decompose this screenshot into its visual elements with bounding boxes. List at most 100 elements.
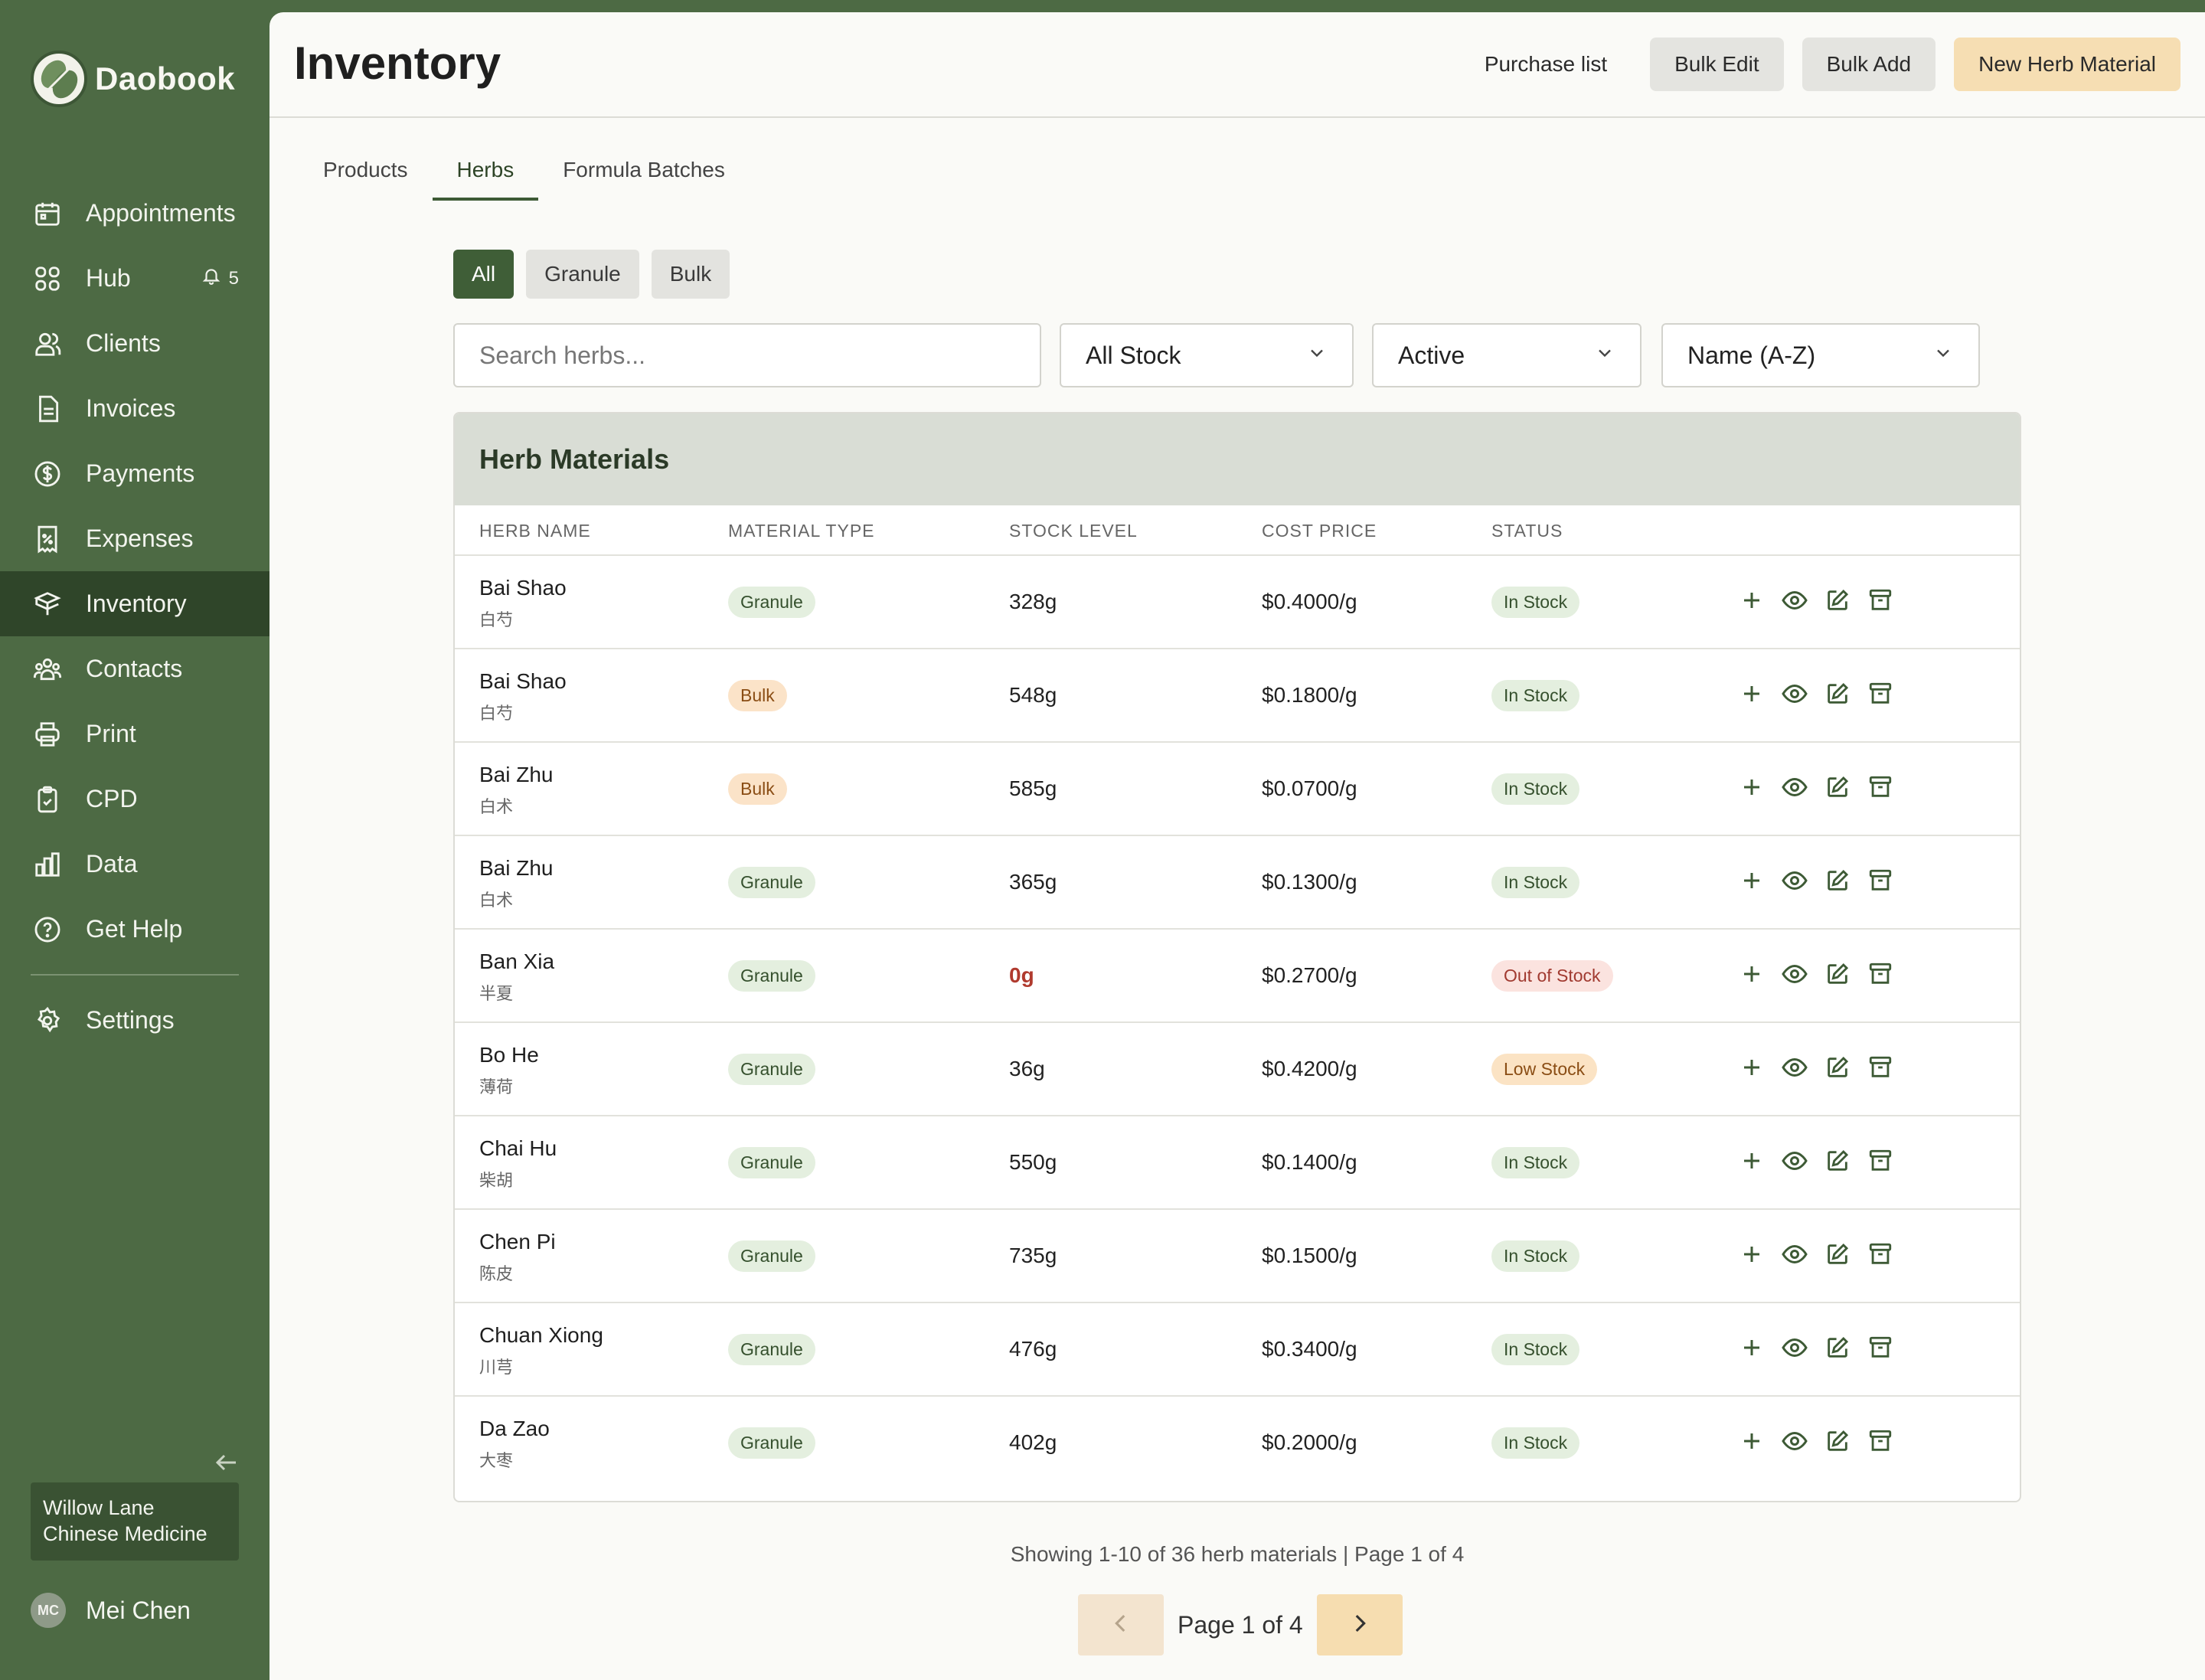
herb-name: Bo He — [479, 1043, 539, 1067]
view-icon[interactable] — [1781, 1147, 1808, 1175]
sidebar-item-payments[interactable]: Payments — [0, 441, 270, 506]
add-stock-icon[interactable] — [1738, 1334, 1766, 1361]
filter-granule[interactable]: Granule — [526, 250, 639, 299]
status-filter-select[interactable]: Active — [1372, 323, 1642, 387]
archive-icon[interactable] — [1867, 1054, 1894, 1081]
search-input[interactable] — [453, 323, 1041, 387]
row-actions — [1738, 1054, 1894, 1081]
table-row[interactable]: Da Zao 大枣 Granule 402g $0.2000/g In Stock — [455, 1397, 2020, 1490]
page-title: Inventory — [294, 38, 501, 89]
edit-icon[interactable] — [1824, 1334, 1851, 1361]
table-row[interactable]: Ban Xia 半夏 Granule 0g $0.2700/g Out of Stock — [455, 930, 2020, 1023]
view-icon[interactable] — [1781, 1427, 1808, 1455]
material-type-cell: Granule — [728, 556, 815, 648]
view-icon[interactable] — [1781, 680, 1808, 708]
view-icon[interactable] — [1781, 1240, 1808, 1268]
add-stock-icon[interactable] — [1738, 773, 1766, 801]
bulk-add-button[interactable]: Bulk Add — [1802, 38, 1936, 91]
archive-icon[interactable] — [1867, 867, 1894, 894]
archive-icon[interactable] — [1867, 1427, 1894, 1455]
new-herb-material-button[interactable]: New Herb Material — [1954, 38, 2180, 91]
sidebar-item-contacts[interactable]: Contacts — [0, 636, 270, 701]
archive-icon[interactable] — [1867, 587, 1894, 614]
add-stock-icon[interactable] — [1738, 1054, 1766, 1081]
add-stock-icon[interactable] — [1738, 867, 1766, 894]
add-stock-icon[interactable] — [1738, 1427, 1766, 1455]
filter-all[interactable]: All — [453, 250, 514, 299]
archive-icon[interactable] — [1867, 1147, 1894, 1175]
edit-icon[interactable] — [1824, 1054, 1851, 1081]
column-herb-name: HERB NAME — [479, 521, 591, 541]
sidebar-item-inventory[interactable]: Inventory — [0, 571, 270, 636]
row-actions — [1738, 1240, 1894, 1268]
sidebar-item-print[interactable]: Print — [0, 701, 270, 766]
view-icon[interactable] — [1781, 1054, 1808, 1081]
edit-icon[interactable] — [1824, 1427, 1851, 1455]
tab-formula-batches[interactable]: Formula Batches — [538, 147, 750, 201]
status-cell: In Stock — [1491, 649, 1580, 741]
edit-icon[interactable] — [1824, 1147, 1851, 1175]
edit-icon[interactable] — [1824, 1240, 1851, 1268]
status-badge: In Stock — [1491, 1146, 1580, 1178]
add-stock-icon[interactable] — [1738, 1240, 1766, 1268]
add-stock-icon[interactable] — [1738, 680, 1766, 708]
tab-products[interactable]: Products — [299, 147, 433, 201]
sidebar-item-invoices[interactable]: Invoices — [0, 376, 270, 441]
edit-icon[interactable] — [1824, 587, 1851, 614]
stock-filter-select[interactable]: All Stock — [1060, 323, 1354, 387]
archive-icon[interactable] — [1867, 960, 1894, 988]
sidebar-item-hub[interactable]: Hub 5 — [0, 246, 270, 311]
next-page-button[interactable] — [1316, 1594, 1403, 1655]
user-profile[interactable]: MC Mei Chen — [31, 1593, 191, 1628]
previous-page-button[interactable] — [1078, 1594, 1164, 1655]
avatar: MC — [31, 1593, 66, 1628]
clinic-switcher[interactable]: Willow Lane Chinese Medicine — [31, 1482, 239, 1561]
archive-icon[interactable] — [1867, 1240, 1894, 1268]
archive-icon[interactable] — [1867, 1334, 1894, 1361]
brand[interactable]: Daobook — [31, 51, 235, 107]
sidebar-item-data[interactable]: Data — [0, 832, 270, 897]
notification-count: 5 — [228, 267, 239, 289]
sidebar-item-appointments[interactable]: Appointments — [0, 181, 270, 246]
view-icon[interactable] — [1781, 1334, 1808, 1361]
view-icon[interactable] — [1781, 960, 1808, 988]
view-icon[interactable] — [1781, 773, 1808, 801]
sidebar-item-clients[interactable]: Clients — [0, 311, 270, 376]
notification-badge[interactable]: 5 — [201, 266, 239, 291]
table-row[interactable]: Bo He 薄荷 Granule 36g $0.4200/g Low Stock — [455, 1023, 2020, 1116]
status-cell: In Stock — [1491, 743, 1580, 835]
material-type-badge: Granule — [728, 866, 815, 898]
sidebar-item-cpd[interactable]: CPD — [0, 766, 270, 832]
table-row[interactable]: Chuan Xiong 川芎 Granule 476g $0.3400/g In Stoc… — [455, 1303, 2020, 1397]
table-row[interactable]: Chen Pi 陈皮 Granule 735g $0.1500/g In Stock — [455, 1210, 2020, 1303]
table-row[interactable]: Bai Zhu 白术 Granule 365g $0.1300/g In Stock — [455, 836, 2020, 930]
sort-select[interactable]: Name (A-Z) — [1661, 323, 1980, 387]
table-row[interactable]: Chai Hu 柴胡 Granule 550g $0.1400/g In Stock — [455, 1116, 2020, 1210]
cost-price-cell: $0.1800/g — [1262, 649, 1357, 741]
sidebar-item-expenses[interactable]: Expenses — [0, 506, 270, 571]
edit-icon[interactable] — [1824, 960, 1851, 988]
archive-icon[interactable] — [1867, 680, 1894, 708]
filter-bulk[interactable]: Bulk — [651, 250, 730, 299]
bulk-edit-button[interactable]: Bulk Edit — [1650, 38, 1784, 91]
table-row[interactable]: Bai Shao 白芍 Bulk 548g $0.1800/g In Stock — [455, 649, 2020, 743]
chevron-right-icon — [1347, 1610, 1373, 1640]
add-stock-icon[interactable] — [1738, 960, 1766, 988]
add-stock-icon[interactable] — [1738, 587, 1766, 614]
sidebar-item-settings[interactable]: Settings — [0, 988, 270, 1053]
tab-herbs[interactable]: Herbs — [432, 147, 539, 201]
collapse-sidebar-icon[interactable] — [213, 1449, 240, 1476]
add-stock-icon[interactable] — [1738, 1147, 1766, 1175]
view-icon[interactable] — [1781, 587, 1808, 614]
archive-icon[interactable] — [1867, 773, 1894, 801]
edit-icon[interactable] — [1824, 867, 1851, 894]
table-row[interactable]: Bai Zhu 白术 Bulk 585g $0.0700/g In Stock — [455, 743, 2020, 836]
edit-icon[interactable] — [1824, 773, 1851, 801]
table-row[interactable]: Bai Shao 白芍 Granule 328g $0.4000/g In Stock — [455, 556, 2020, 649]
page-indicator: Page 1 of 4 — [1178, 1610, 1303, 1639]
purchase-list-button[interactable]: Purchase list — [1460, 38, 1632, 91]
cost-price-cell: $0.0700/g — [1262, 743, 1357, 835]
sidebar-item-get-help[interactable]: Get Help — [0, 897, 270, 962]
edit-icon[interactable] — [1824, 680, 1851, 708]
view-icon[interactable] — [1781, 867, 1808, 894]
